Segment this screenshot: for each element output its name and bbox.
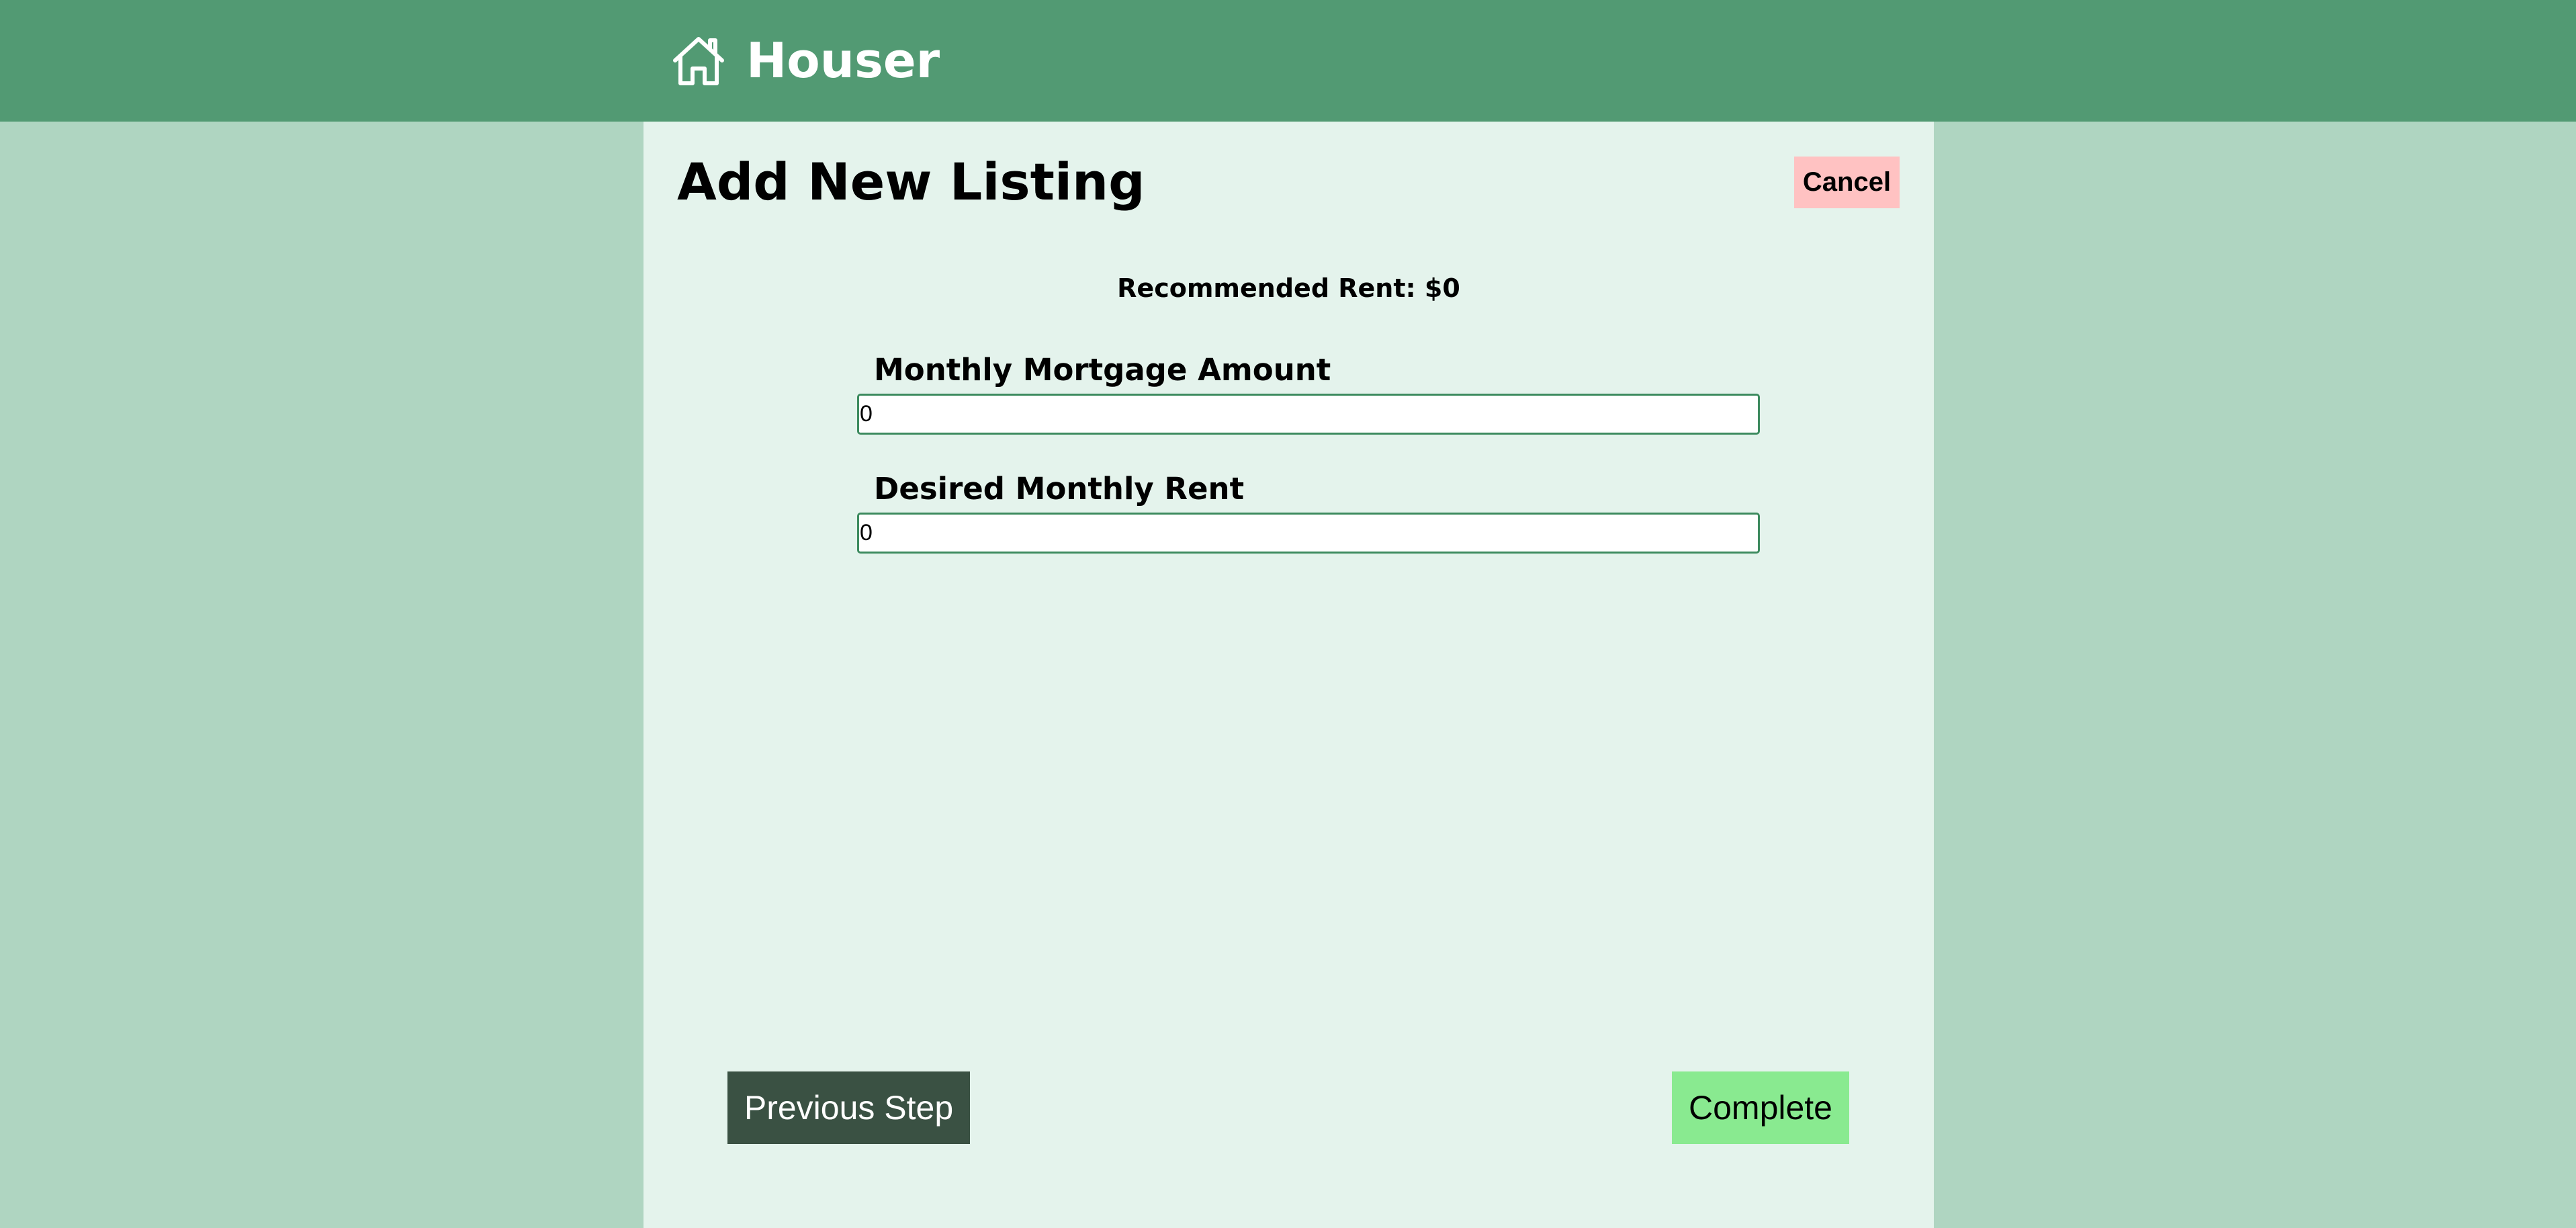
cancel-button[interactable]: Cancel <box>1794 157 1900 208</box>
desired-rent-input[interactable] <box>857 513 1760 554</box>
house-icon <box>668 34 729 87</box>
brand-name: Houser <box>746 32 940 89</box>
mortgage-amount-input[interactable] <box>857 394 1760 435</box>
previous-step-button[interactable]: Previous Step <box>727 1071 970 1144</box>
top-header: Houser <box>0 0 2576 122</box>
listing-form-panel: Add New Listing Cancel Recommended Rent:… <box>643 122 1934 1228</box>
desired-rent-label: Desired Monthly Rent <box>874 471 1245 507</box>
recommended-rent: Recommended Rent: $0 <box>1117 273 1460 303</box>
mortgage-amount-label: Monthly Mortgage Amount <box>874 352 1331 388</box>
page-title: Add New Listing <box>677 152 1145 212</box>
complete-button[interactable]: Complete <box>1672 1071 1849 1144</box>
brand[interactable]: Houser <box>668 30 940 91</box>
